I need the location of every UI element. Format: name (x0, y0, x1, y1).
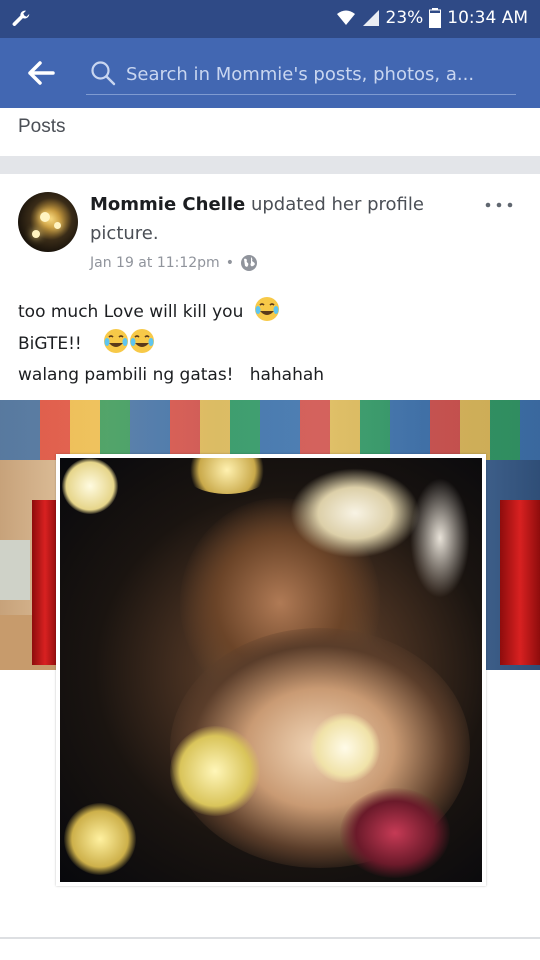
search-box[interactable] (86, 55, 516, 95)
post-text-line: BiGTE!! (18, 328, 518, 360)
post-text-line: walang pambili ng gatas! hahahah (18, 365, 325, 385)
status-indicators: 23% 10:34 AM (336, 8, 528, 28)
wifi-icon (336, 10, 355, 25)
globe-icon (240, 255, 257, 271)
post-divider (0, 937, 540, 939)
search-input[interactable] (126, 59, 506, 89)
post-text: too much Love will kill you BiGTE!! wala… (18, 296, 518, 391)
signal-icon (362, 10, 379, 26)
section-title: Posts (18, 116, 66, 137)
post-card: Mommie Chelle updated her profile pictur… (0, 174, 540, 960)
profile-picture[interactable] (56, 454, 486, 886)
post-timestamp[interactable]: Jan 19 at 11:12pm (90, 255, 220, 271)
search-header (0, 38, 540, 108)
post-text-line: too much Love will kill you (18, 296, 518, 328)
tears-of-joy-emoji-icon (104, 329, 129, 353)
more-options-icon[interactable] (484, 198, 514, 212)
post-meta: Jan 19 at 11:12pm • (90, 254, 258, 272)
tears-of-joy-emoji-icon (255, 297, 280, 321)
back-arrow-icon[interactable] (26, 58, 56, 88)
clock: 10:34 AM (447, 8, 528, 28)
battery-percent: 23% (385, 8, 424, 28)
meta-separator: • (225, 255, 234, 271)
post-header: Mommie Chelle updated her profile pictur… (90, 190, 470, 248)
profile-photo-image (60, 458, 482, 882)
status-bar: 23% 10:34 AM (0, 0, 540, 38)
battery-icon (429, 8, 442, 28)
tears-of-joy-emoji-icon (130, 329, 155, 353)
author-name[interactable]: Mommie Chelle (90, 194, 245, 215)
search-icon (91, 61, 116, 86)
section-divider (0, 156, 540, 174)
posts-section-header: Posts (0, 108, 540, 156)
wrench-icon (12, 10, 30, 26)
avatar[interactable] (18, 192, 78, 252)
